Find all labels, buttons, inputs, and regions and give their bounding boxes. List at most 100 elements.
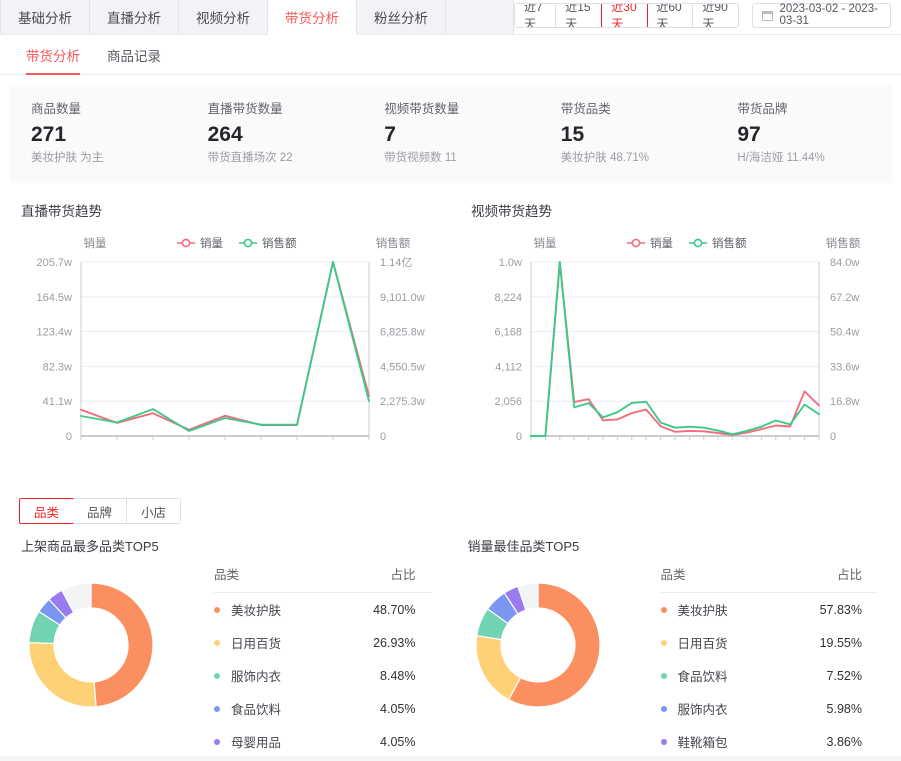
table-row: 日用百货 19.55% [660,626,879,659]
svg-text:50.4w: 50.4w [830,327,859,339]
share-value-cell: 8.48% [380,668,416,683]
kpi-value: 271 [31,123,67,146]
category-table-body: 美妆护肤 48.70% 日用百货 26.93% 服饰内衣 8.48% 食品饮料 4.05% 母婴… [214,593,432,761]
column-header-share: 占比 [776,561,878,593]
table-row: 食品饮料 7.52% [660,659,879,692]
legend-dot-icon [660,738,667,745]
date-range-picker[interactable]: 2023-03-02 - 2023-03-31 [752,2,891,28]
legend-dot-icon [214,639,220,646]
svg-text:0: 0 [66,431,72,443]
range-近90天[interactable]: 近90天 [693,3,739,27]
table-row: 鞋靴箱包 3.86% [660,725,879,758]
svg-text:销量: 销量 [84,236,107,250]
date-range-value: 2023-03-02 - 2023-03-31 [779,3,878,27]
chart-title: 直播带货趋势 [21,204,102,219]
kpi-sub: 美妆护肤 48.71% [560,152,649,164]
category-label: 食品饮料 [677,670,728,684]
kpi-value: 97 [737,123,761,146]
share-value-cell: 57.83% [819,602,862,617]
calendar-icon [762,10,774,21]
kpi-label: 直播带货数量 [207,102,283,116]
section-title: 销量最佳品类TOP5 [467,539,580,554]
category-name-cell: 食品饮料 [214,692,330,725]
tab-直播分析[interactable]: 直播分析 [90,0,179,34]
svg-text:0: 0 [830,431,836,443]
svg-text:8,224: 8,224 [494,292,522,304]
legend-dot-icon [214,606,220,613]
svg-text:33.6w: 33.6w [830,361,859,373]
share-value-cell: 48.70% [373,602,416,617]
tab-带货分析[interactable]: 带货分析 [268,0,357,35]
donut-chart-listings [9,561,214,728]
range-button-group: 近7天 近15天 近30天 近60天 近90天 [514,2,740,28]
range-label: 近15天 [565,2,591,28]
seg-小店[interactable]: 小店 [127,499,181,523]
main-tabs: 基础分析 直播分析 视频分析 带货分析 粉丝分析 [0,0,514,35]
tab-label: 带货分析 [285,11,339,26]
column-header-share: 占比 [330,561,432,593]
range-近60天[interactable]: 近60天 [647,3,694,27]
column-header-category: 品类 [214,561,331,593]
tab-基础分析[interactable]: 基础分析 [0,0,90,34]
svg-text:6,168: 6,168 [494,327,522,339]
range-近7天[interactable]: 近7天 [515,3,557,27]
kpi-sub: 美妆护肤 为主 [31,152,104,164]
share-value-cell: 26.93% [373,635,416,650]
date-controls: 近7天 近15天 近30天 近60天 近90天 2023-03-02 - 202… [514,0,901,34]
donut-body: 品类 占比 美妆护肤 57.83% 日用百货 19.55% 食品饮料 7.52% 服饰内衣 5… [456,561,893,761]
category-table: 品类 占比 美妆护肤 57.83% 日用百货 19.55% 食品饮料 7.52% 服饰内衣 5… [660,561,879,761]
live-trend-svg: 销量 销售额 销量 销售额 0 0 41.1w 2,275.3w 82.3w 4,550.5w 12… [37,236,425,443]
tab-label: 视频分析 [196,10,250,26]
section-title: 上架商品最多品类TOP5 [21,539,159,554]
svg-text:84.0w: 84.0w [830,257,859,269]
svg-text:2,056: 2,056 [494,396,522,408]
segmented-control: 品类 品牌 小店 [19,498,182,524]
table-row: 服饰内衣 5.98% [660,692,879,725]
tab-视频分析[interactable]: 视频分析 [179,0,268,34]
seg-品牌[interactable]: 品牌 [73,499,128,523]
bottom-strip [0,756,901,761]
subtab-label: 商品记录 [107,48,161,64]
svg-text:123.4w: 123.4w [37,327,73,339]
table-row: 食品饮料 4.05% [214,692,432,725]
legend-dot-icon [214,672,220,679]
category-label: 母婴用品 [231,736,282,750]
table-row: 日用百货 26.93% [214,626,432,659]
sub-tab-bar: 带货分析 商品记录 [0,35,901,75]
subtab-label: 带货分析 [26,48,80,64]
legend-dot-icon [214,705,220,712]
category-label: 日用百货 [677,637,728,651]
category-label: 美妆护肤 [677,604,728,618]
svg-text:4,112: 4,112 [495,361,522,373]
svg-text:销售额: 销售额 [826,236,861,250]
category-name-cell: 服饰内衣 [214,659,330,692]
table-row: 服饰内衣 8.48% [214,659,432,692]
range-近15天[interactable]: 近15天 [556,2,603,28]
svg-text:销量: 销量 [534,236,557,250]
svg-text:1.14亿: 1.14亿 [380,256,412,269]
category-name-cell: 日用百货 [214,626,330,659]
tab-strip-filler [446,0,514,34]
category-name-cell: 母婴用品 [214,725,330,758]
donut-svg [474,582,601,708]
svg-text:销量: 销量 [650,236,673,250]
chart-title: 视频带货趋势 [471,204,552,219]
category-name-cell: 美妆护肤 [214,593,330,627]
category-label: 日用百货 [231,637,282,651]
kpi-label: 视频带货数量 [384,102,460,116]
tab-label: 基础分析 [18,10,72,26]
tab-粉丝分析[interactable]: 粉丝分析 [357,0,446,34]
subtab-商品记录[interactable]: 商品记录 [107,35,161,75]
category-name-cell: 美妆护肤 [660,593,777,627]
subtab-带货分析[interactable]: 带货分析 [26,35,80,75]
seg-label: 品类 [34,505,60,520]
tab-label: 直播分析 [107,10,161,26]
page-root: 基础分析 直播分析 视频分析 带货分析 粉丝分析 近7天 近15天 近30天 近… [0,0,901,761]
kpi-带货品类: 带货品类 15 美妆护肤 48.71% [539,101,716,166]
range-近30天[interactable]: 近30天 [601,3,649,27]
donut-table-listings: 品类 占比 美妆护肤 48.70% 日用百货 26.93% 服饰内衣 8.48% 食品饮料 4… [214,561,446,761]
kpi-sub: H/海洁娅 11.44% [737,152,825,164]
seg-品类[interactable]: 品类 [19,498,75,524]
donut-body: 品类 占比 美妆护肤 48.70% 日用百货 26.93% 服饰内衣 8.48% 食品饮料 4… [9,561,446,761]
live-trend-chart: 销量 销售额 销量 销售额 0 0 41.1w 2,275.3w 82.3w 4,550.5w 12… [9,224,449,486]
